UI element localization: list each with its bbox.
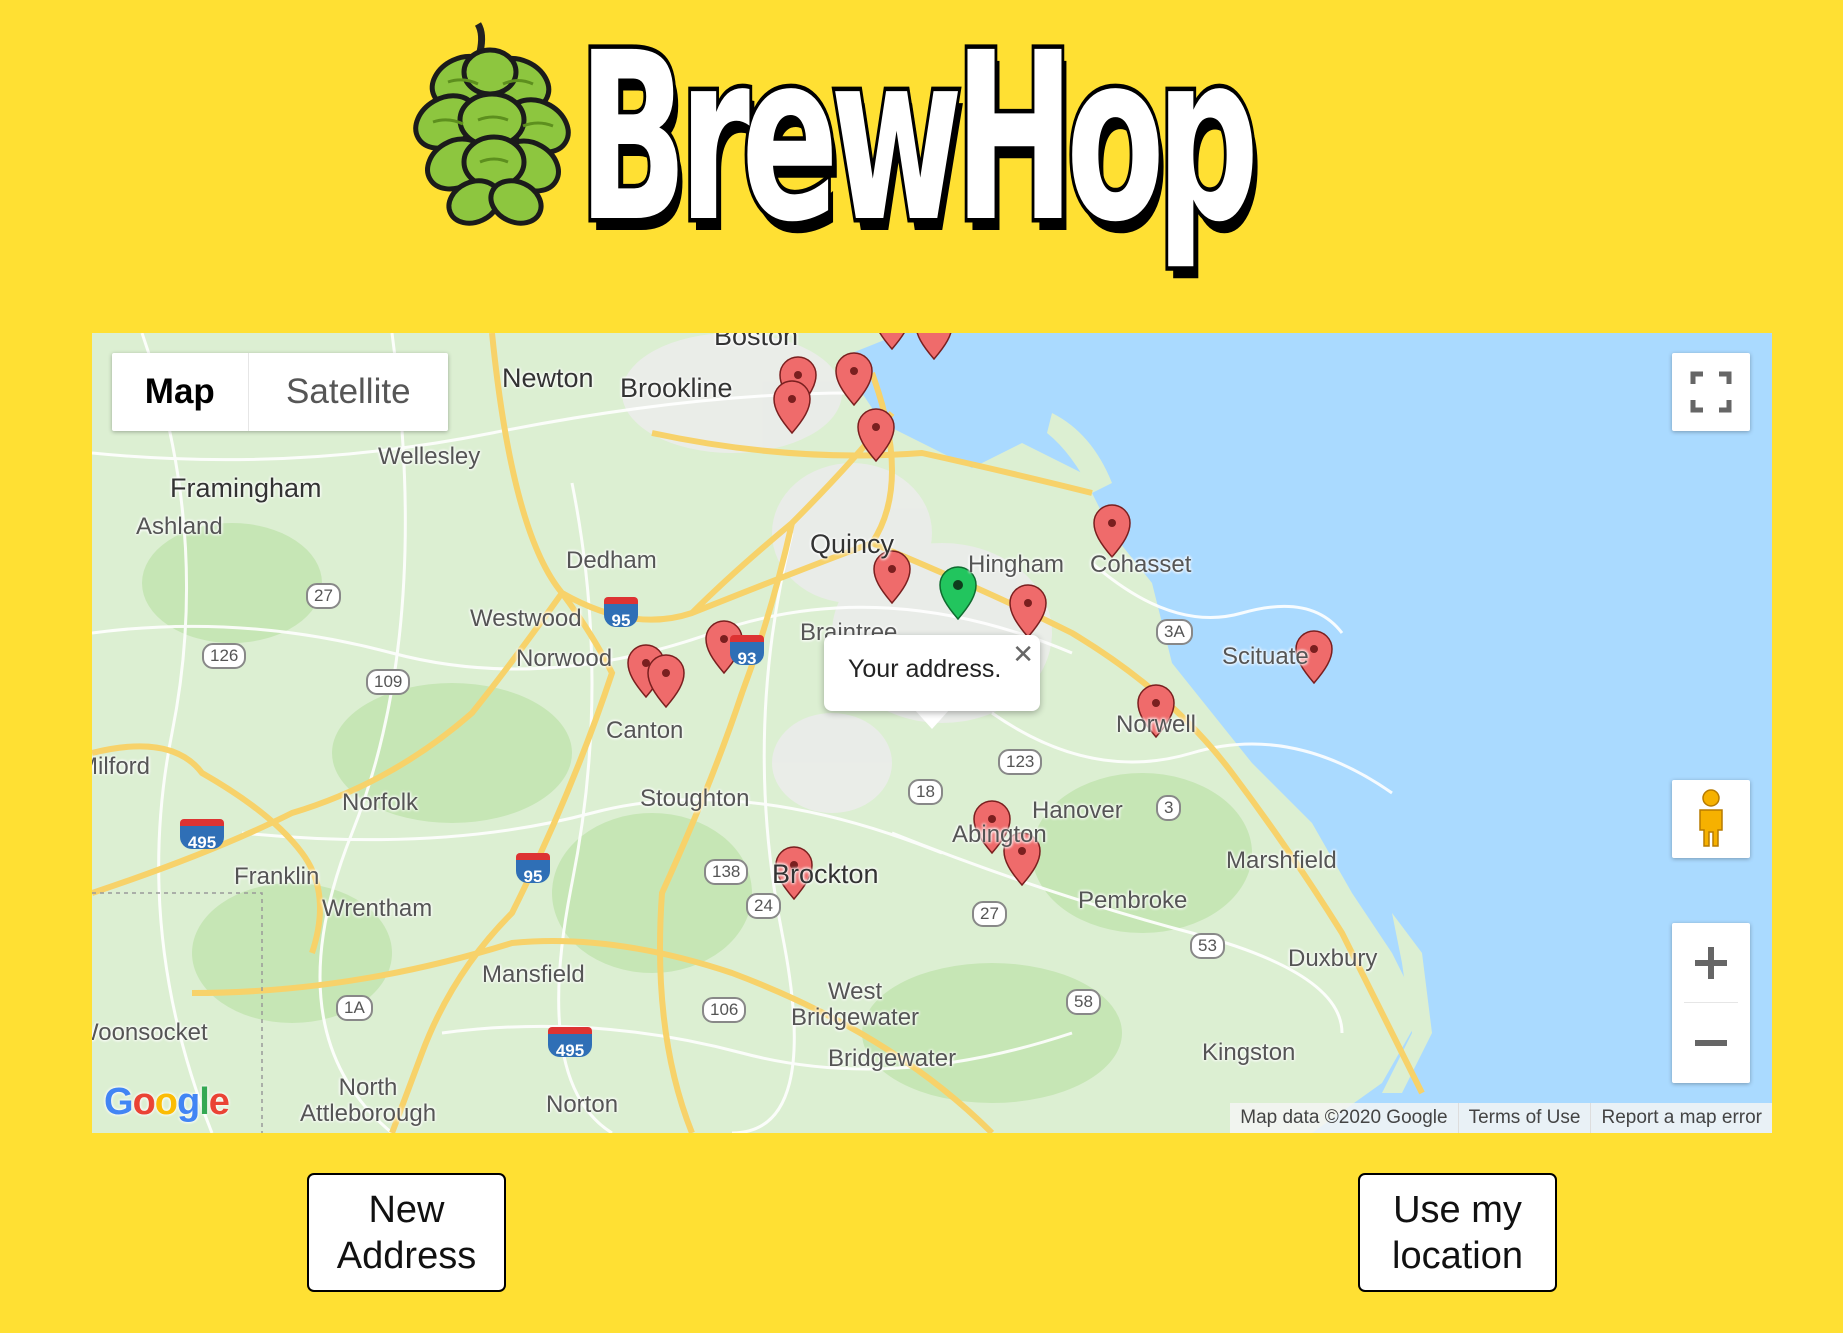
map-data-text: Map data ©2020 Google — [1240, 1107, 1448, 1128]
place-label: Norwood — [516, 645, 613, 672]
place-label: Framingham — [170, 473, 322, 503]
route-shield: 58 — [1066, 989, 1101, 1015]
map-type-satellite-button[interactable]: Satellite — [249, 353, 448, 431]
interstate-shield: 95 — [516, 853, 550, 886]
route-shield: 18 — [908, 779, 943, 805]
place-label: Brockton — [772, 859, 879, 889]
route-shield: 123 — [998, 749, 1043, 775]
map[interactable]: Boston Newton Brookline Wellesley Framin… — [92, 333, 1772, 1133]
header: BrewHop — [0, 0, 1843, 300]
place-label: Abington — [952, 821, 1047, 848]
place-label: Milford — [92, 753, 151, 780]
interstate-shield: 495 — [548, 1027, 592, 1060]
place-label: Pembroke — [1078, 887, 1188, 914]
use-my-location-label: Use my location — [1392, 1188, 1523, 1277]
app-title: BrewHop — [575, 3, 1262, 273]
interstate-shield: 93 — [730, 635, 764, 668]
report-map-error-link[interactable]: Report a map error — [1590, 1103, 1772, 1133]
route-shield: 1A — [336, 995, 373, 1021]
pegman-icon — [1699, 789, 1723, 847]
fullscreen-icon — [1690, 371, 1732, 413]
place-label: Hingham — [968, 551, 1065, 578]
route-shield: 126 — [202, 643, 247, 669]
route-shield: 138 — [704, 859, 749, 885]
place-label: Kingston — [1202, 1039, 1296, 1066]
place-label: Duxbury — [1288, 945, 1378, 972]
new-address-label: New Address — [336, 1188, 477, 1277]
route-shield: 27 — [306, 583, 341, 609]
place-label: North Attleborough — [299, 1074, 437, 1127]
place-label: Wrentham — [322, 895, 433, 922]
place-label: Brookline — [620, 373, 733, 403]
minus-icon — [1695, 1040, 1727, 1046]
route-shield: 24 — [746, 893, 781, 919]
place-label: West Bridgewater — [790, 978, 920, 1031]
hop-cone-icon — [413, 22, 571, 226]
place-label: Westwood — [470, 605, 582, 632]
place-label: Dedham — [566, 547, 657, 574]
route-shield: 106 — [702, 997, 747, 1023]
route-shield: 53 — [1190, 933, 1225, 959]
route-shield: 27 — [972, 901, 1007, 927]
place-label: Mansfield — [482, 961, 585, 988]
place-label: Franklin — [234, 863, 320, 890]
map-type-control: Map Satellite — [112, 353, 448, 431]
info-window-text: Your address. — [848, 655, 1002, 683]
place-label: Quincy — [810, 529, 895, 559]
map-attribution: Map data ©2020 Google Terms of Use Repor… — [1230, 1103, 1772, 1133]
route-shield: 3 — [1156, 795, 1182, 821]
zoom-out-button[interactable] — [1672, 1003, 1750, 1083]
place-label: Norton — [546, 1091, 619, 1118]
place-label: Woonsocket — [92, 1019, 208, 1046]
interstate-shield: 95 — [604, 597, 638, 630]
route-shield: 3A — [1156, 619, 1193, 645]
place-label: Boston — [714, 333, 799, 351]
info-window-pointer — [914, 709, 950, 729]
use-my-location-button[interactable]: Use my location — [1358, 1173, 1557, 1292]
place-label: Stoughton — [640, 785, 750, 812]
terms-of-use-link[interactable]: Terms of Use — [1457, 1103, 1591, 1133]
close-icon[interactable]: ✕ — [1012, 639, 1034, 670]
new-address-button[interactable]: New Address — [307, 1173, 506, 1292]
place-label: Wellesley — [378, 443, 481, 470]
place-label: Bridgewater — [828, 1045, 957, 1072]
place-label: Norwell — [1116, 711, 1197, 738]
place-label: Newton — [502, 363, 594, 393]
place-label: Ashland — [136, 513, 223, 540]
fullscreen-button[interactable] — [1672, 353, 1750, 431]
google-logo[interactable]: Google — [104, 1081, 230, 1124]
place-label: Scituate — [1222, 643, 1309, 670]
route-shield: 109 — [366, 669, 411, 695]
info-window: Your address. ✕ — [824, 635, 1040, 711]
street-view-button[interactable] — [1672, 780, 1750, 858]
plus-icon — [1695, 947, 1727, 979]
zoom-in-button[interactable] — [1672, 923, 1750, 1003]
place-label: Cohasset — [1090, 551, 1192, 578]
zoom-control — [1672, 923, 1750, 1083]
place-label: Marshfield — [1226, 847, 1337, 874]
place-label: Norfolk — [342, 789, 419, 816]
map-type-map-button[interactable]: Map — [112, 353, 249, 431]
place-label: Canton — [606, 717, 684, 744]
interstate-shield: 495 — [180, 819, 224, 852]
